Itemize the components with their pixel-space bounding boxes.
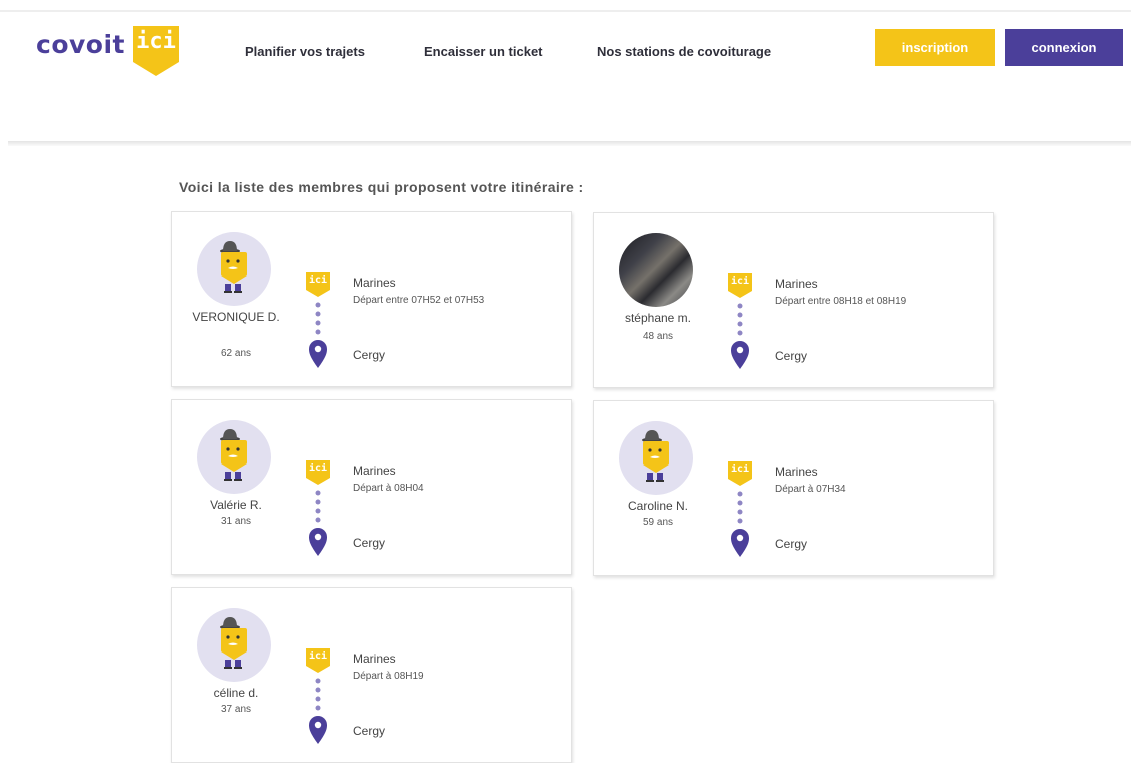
member-card[interactable]: céline d. 37 ans ici Marines Départ à 08H19 C… — [171, 587, 572, 763]
avatar — [619, 233, 693, 307]
avatar — [197, 608, 271, 682]
mascot-icon — [197, 608, 271, 682]
departure-city: Marines — [353, 652, 396, 666]
logo-badge-icon: ici — [131, 26, 181, 76]
member-card[interactable]: Valérie R. 31 ans ici Marines Départ à 08H04… — [171, 399, 572, 575]
departure-time: Départ à 07H34 — [775, 484, 846, 495]
departure-city: Marines — [353, 276, 396, 290]
member-age: 37 ans — [220, 704, 252, 715]
map-pin-icon — [309, 340, 327, 368]
header-divider — [8, 141, 1131, 146]
site-header: covoit ici Planifier vos trajets Encaiss… — [0, 12, 1131, 142]
mascot-icon — [197, 232, 271, 306]
map-pin-icon — [309, 716, 327, 744]
arrival-city: Cergy — [775, 349, 808, 363]
member-age: 59 ans — [642, 517, 674, 528]
member-name: Valérie R. — [210, 498, 262, 512]
logo[interactable]: covoit ici — [36, 26, 181, 80]
member-age: 62 ans — [220, 348, 252, 359]
nav-stations[interactable]: Nos stations de covoiturage — [597, 44, 771, 59]
member-name: stéphane m. — [624, 311, 692, 325]
mascot-icon — [197, 420, 271, 494]
member-card[interactable]: Caroline N. 59 ans ici Marines Départ à 07H3… — [593, 400, 994, 576]
arrival-city: Cergy — [353, 348, 386, 362]
route-line: ici — [305, 648, 331, 744]
departure-time: Départ à 08H04 — [353, 483, 424, 494]
route-badge-text: ici — [730, 276, 750, 287]
member-name: céline d. — [213, 686, 259, 700]
connexion-button[interactable]: connexion — [1005, 29, 1123, 66]
map-pin-icon — [731, 341, 749, 369]
avatar — [197, 232, 271, 306]
departure-time: Départ entre 08H18 et 08H19 — [775, 296, 907, 307]
logo-text: covoit — [36, 30, 125, 59]
member-age: 48 ans — [642, 331, 674, 342]
route-line: ici — [727, 273, 753, 369]
arrival-city: Cergy — [775, 537, 808, 551]
results-intro: Voici la liste des membres qui proposent… — [179, 179, 584, 195]
route-badge-text: ici — [308, 463, 328, 474]
arrival-city: Cergy — [353, 724, 386, 738]
map-pin-icon — [309, 528, 327, 556]
route-badge-text: ici — [308, 275, 328, 286]
member-age: 31 ans — [220, 516, 252, 527]
departure-time: Départ à 08H19 — [353, 671, 424, 682]
member-name: Caroline N. — [627, 499, 689, 513]
route-line: ici — [305, 460, 331, 556]
route-badge-text: ici — [730, 464, 750, 475]
nav-encaisser[interactable]: Encaisser un ticket — [424, 44, 543, 59]
departure-city: Marines — [775, 465, 818, 479]
mascot-icon — [619, 421, 693, 495]
map-pin-icon — [731, 529, 749, 557]
route-line: ici — [305, 272, 331, 368]
departure-city: Marines — [775, 277, 818, 291]
nav-planifier[interactable]: Planifier vos trajets — [245, 44, 365, 59]
departure-time: Départ entre 07H52 et 07H53 — [353, 295, 485, 306]
member-card[interactable]: VERONIQUE D. 62 ans ici Marines Départ entre… — [171, 211, 572, 387]
member-card[interactable]: stéphane m. 48 ans ici Marines Départ entre … — [593, 212, 994, 388]
departure-city: Marines — [353, 464, 396, 478]
route-line: ici — [727, 461, 753, 557]
route-badge-text: ici — [308, 651, 328, 662]
avatar — [197, 420, 271, 494]
inscription-button[interactable]: inscription — [875, 29, 995, 66]
member-name: VERONIQUE D. — [192, 310, 280, 324]
arrival-city: Cergy — [353, 536, 386, 550]
avatar — [619, 421, 693, 495]
logo-badge-text: ici — [136, 29, 176, 54]
